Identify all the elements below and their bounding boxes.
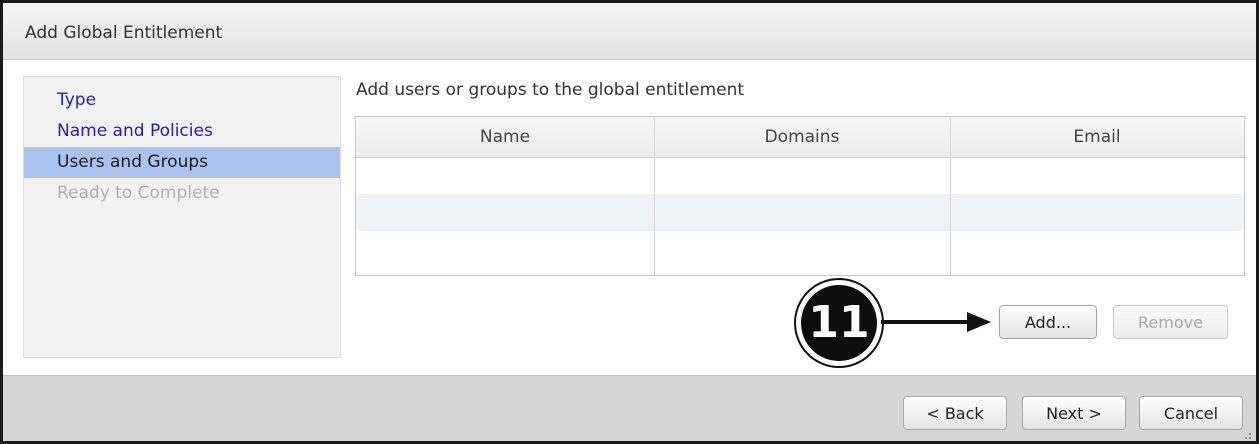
nav-item-type[interactable]: Type <box>24 85 340 116</box>
column-header-name[interactable]: Name <box>356 117 654 157</box>
dialog-title: Add Global Entitlement <box>25 23 223 43</box>
table-header: Name Domains Email <box>356 117 1244 158</box>
add-global-entitlement-dialog: Add Global Entitlement Type Name and Pol… <box>0 0 1259 444</box>
nav-item-users-and-groups[interactable]: Users and Groups <box>24 147 340 178</box>
callout-arrow-icon <box>881 312 991 332</box>
page-heading: Add users or groups to the global entitl… <box>356 80 745 100</box>
wizard-steps-nav: Type Name and Policies Users and Groups … <box>23 76 341 358</box>
remove-button: Remove <box>1113 305 1228 339</box>
step-callout-badge: 11 <box>794 278 884 368</box>
next-button[interactable]: Next > <box>1022 396 1126 430</box>
cancel-button[interactable]: Cancel <box>1139 396 1243 430</box>
table-row <box>356 231 1244 268</box>
nav-item-ready-to-complete: Ready to Complete <box>57 183 220 203</box>
back-button[interactable]: < Back <box>903 396 1007 430</box>
table-row <box>356 157 1244 194</box>
add-button[interactable]: Add... <box>999 305 1097 339</box>
callout-number: 11 <box>801 285 877 361</box>
nav-item-name-and-policies[interactable]: Name and Policies <box>24 116 340 147</box>
column-header-domains[interactable]: Domains <box>654 117 950 157</box>
column-divider <box>950 117 951 275</box>
column-header-email[interactable]: Email <box>950 117 1244 157</box>
table-row <box>356 194 1244 231</box>
column-divider <box>654 117 655 275</box>
dialog-titlebar: Add Global Entitlement <box>3 3 1256 60</box>
users-groups-table: Name Domains Email <box>355 116 1245 276</box>
dialog-footer: < Back Next > Cancel <box>3 375 1256 444</box>
resize-grip-icon[interactable] <box>1240 432 1252 444</box>
